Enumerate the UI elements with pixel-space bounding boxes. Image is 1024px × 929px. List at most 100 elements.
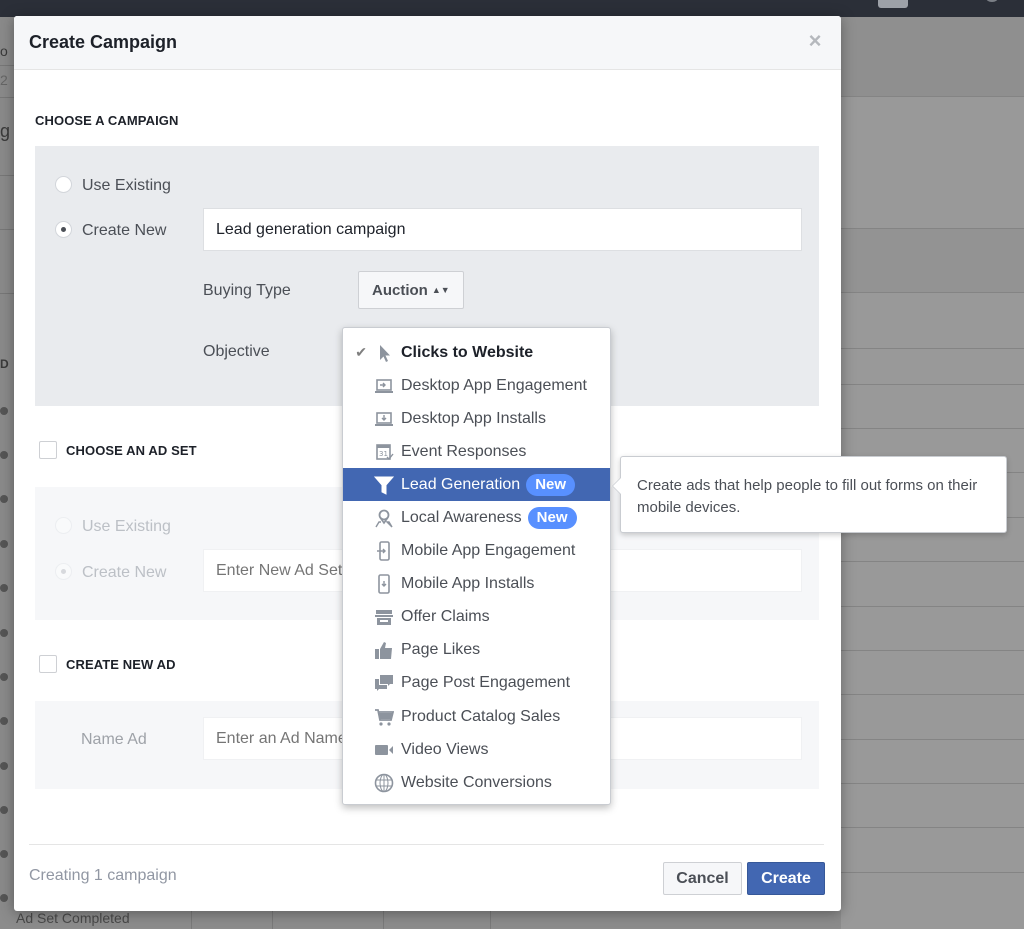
cancel-button[interactable]: Cancel [663,862,742,895]
background-text-fragment: 2 [0,72,8,88]
background-row-label: Ad Set Completed [16,910,130,926]
buying-type-select[interactable]: Auction ▲▼ [358,271,464,309]
objective-option-desktop-app-engagement[interactable]: Desktop App Engagement [343,369,610,402]
background-row-line [841,872,1024,873]
background-left-strip: o 2 g D [0,17,14,929]
create-new-ad-set-label: Create New [82,564,167,581]
objective-option-lead-generation[interactable]: Lead Generation New [343,468,610,502]
dialog-header: Create Campaign × [14,16,841,70]
objective-option-desktop-app-installs[interactable]: Desktop App Installs [343,402,610,435]
name-ad-label: Name Ad [81,731,147,748]
background-row-dot [0,850,8,858]
cursor-icon [371,343,397,363]
option-label: Mobile App Engagement [401,542,576,560]
background-text-fragment: o [0,43,8,59]
option-label: Desktop App Installs [401,409,546,427]
desktop-install-icon [371,409,397,429]
close-icon[interactable]: × [806,30,824,52]
create-button[interactable]: Create [747,862,825,895]
background-divider [0,175,14,176]
video-camera-icon [371,740,397,760]
top-bar-icon[interactable] [986,0,998,2]
background-band [841,229,1024,292]
svg-text:31: 31 [379,450,388,458]
option-label: Product Catalog Sales [401,707,561,725]
background-row-dot [0,451,8,459]
option-label: Local Awareness [401,509,522,527]
use-existing-ad-set-radio[interactable] [55,517,72,534]
sort-arrows-icon: ▲▼ [431,285,450,295]
option-label: Page Likes [401,641,481,659]
background-row-dot [0,407,8,415]
desktop-engagement-icon [371,376,397,396]
objective-option-event-responses[interactable]: 31 Event Responses [343,435,610,468]
app-top-bar [0,0,1024,17]
store-icon [371,607,397,627]
funnel-icon [371,475,397,495]
background-divider [0,65,14,66]
option-label: Offer Claims [401,608,490,626]
objective-option-mobile-app-installs[interactable]: Mobile App Installs [343,568,610,601]
background-row-dot [0,629,8,637]
option-label: Clicks to Website [401,343,534,361]
background-divider [0,293,14,294]
objective-option-clicks-to-website[interactable]: ✔ Clicks to Website [343,336,610,369]
use-existing-ad-set-label: Use Existing [82,518,171,535]
ad-section-title: CREATE NEW AD [66,657,176,672]
create-new-campaign-radio[interactable] [55,221,72,238]
option-label: Website Conversions [401,773,552,791]
background-row-dot [0,717,8,725]
background-row-dot [0,894,8,902]
background-row-line [841,694,1024,695]
background-row-dot [0,584,8,592]
background-row-dot [0,762,8,770]
use-existing-campaign-label: Use Existing [82,177,171,194]
background-row-line [841,428,1024,429]
choose-ad-set-checkbox[interactable] [39,441,57,459]
objective-option-page-likes[interactable]: Page Likes [343,634,610,667]
objective-tooltip: Create ads that help people to fill out … [612,456,1007,533]
use-existing-campaign-radio[interactable] [55,176,72,193]
background-row-dot [0,673,8,681]
objective-option-product-catalog-sales[interactable]: Product Catalog Sales [343,700,610,733]
buying-type-value: Auction [372,282,428,299]
campaign-name-input[interactable]: Lead generation campaign [203,208,802,251]
background-bottom-row: Ad Set Completed [0,910,841,929]
create-new-ad-set-radio[interactable] [55,563,72,580]
objective-option-mobile-app-engagement[interactable]: Mobile App Engagement [343,535,610,568]
objective-option-website-conversions[interactable]: Website Conversions [343,766,610,799]
location-pin-icon [371,508,397,528]
background-row-line [841,348,1024,349]
background-column-separator [191,910,192,929]
background-row-line [841,96,1024,97]
background-band [841,17,1024,96]
background-row-line [841,561,1024,562]
objective-option-video-views[interactable]: Video Views [343,733,610,766]
objective-option-offer-claims[interactable]: Offer Claims [343,601,610,634]
background-text-fragment: D [0,357,9,371]
mobile-install-icon [371,574,397,595]
background-text-fragment: g [0,121,11,141]
new-badge: New [526,473,576,496]
thumbs-up-icon [371,640,397,660]
objective-dropdown-menu: ✔ Clicks to Website Desktop App Engageme… [342,327,611,805]
create-new-ad-checkbox[interactable] [39,655,57,673]
create-new-campaign-label: Create New [82,222,167,239]
background-row-line [841,292,1024,293]
footer-status-text: Creating 1 campaign [29,867,177,884]
checkmark-icon: ✔ [355,344,367,361]
calendar-icon: 31 [371,442,397,462]
new-badge: New [527,507,577,530]
background-divider [0,97,14,98]
objective-option-local-awareness[interactable]: Local Awareness New [343,501,610,534]
mobile-engagement-icon [371,541,397,561]
background-column-separator [490,910,491,929]
footer-divider [29,844,824,845]
objective-option-page-post-engagement[interactable]: Page Post Engagement [343,667,610,700]
option-label: Video Views [401,740,489,758]
background-row-line [841,739,1024,740]
option-label: Lead Generation [401,475,521,493]
top-bar-button[interactable] [878,0,908,8]
option-label: Desktop App Engagement [401,376,587,394]
background-row-dot [0,540,8,548]
